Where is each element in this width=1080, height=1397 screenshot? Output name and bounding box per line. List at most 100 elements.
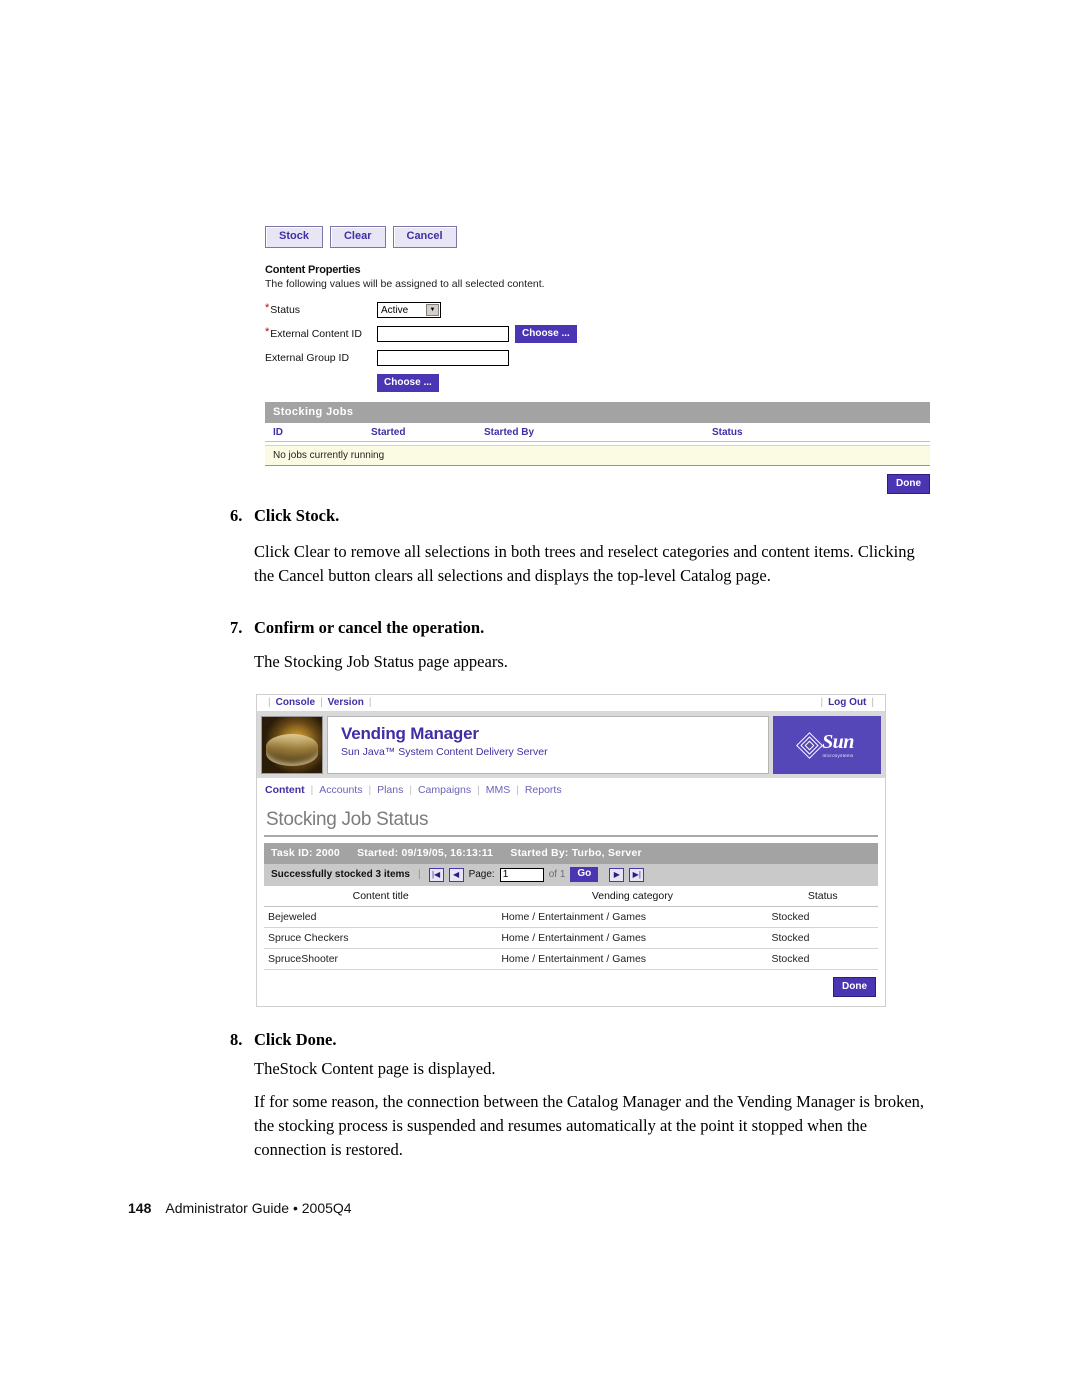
stock-content-screenshot: Stock Clear Cancel Content Properties Th… (265, 226, 930, 494)
tab-divider: | (368, 784, 372, 796)
external-group-id-control (377, 350, 930, 366)
table-row: Bejeweled Home / Entertainment / Games S… (264, 906, 878, 928)
sun-wordmark: Sun (822, 730, 854, 753)
cell-vending-category: Home / Entertainment / Games (497, 906, 768, 928)
nav-divider: | (268, 697, 271, 708)
status-select[interactable]: Active ▼ (377, 302, 441, 318)
last-page-icon[interactable]: ▶| (629, 867, 645, 882)
table-row: Spruce Checkers Home / Entertainment / G… (264, 927, 878, 949)
task-id: Task ID: 2000 (271, 847, 340, 859)
pager-divider: | (417, 869, 421, 880)
cell-content-title: Bejeweled (264, 906, 498, 928)
tab-divider: | (516, 784, 519, 796)
status-select-value: Active (381, 304, 409, 316)
stocking-jobs-empty-message: No jobs currently running (265, 445, 930, 466)
required-asterisk-icon: * (265, 302, 270, 314)
go-button[interactable]: Go (570, 867, 599, 882)
external-content-id-control: Choose ... (377, 325, 930, 343)
tab-reports[interactable]: Reports (525, 784, 562, 796)
action-button-row: Stock Clear Cancel (265, 226, 930, 248)
page-number-input[interactable] (499, 867, 544, 882)
step-7-number: 7. (230, 618, 243, 637)
nav-divider: | (368, 697, 372, 708)
step-7-heading-text: Confirm or cancel the operation. (254, 618, 485, 637)
tab-mms[interactable]: MMS (486, 784, 511, 796)
tab-accounts[interactable]: Accounts (319, 784, 362, 796)
choose-external-group-id-button[interactable]: Choose ... (377, 374, 439, 392)
stocking-results-table: Content title Vending category Status Be… (264, 886, 878, 970)
clear-button[interactable]: Clear (329, 226, 386, 248)
external-content-id-input[interactable] (377, 326, 509, 342)
tab-content[interactable]: Content (265, 784, 305, 796)
external-group-id-input[interactable] (377, 350, 509, 366)
vm-title-box: Vending Manager Sun Java™ System Content… (327, 716, 769, 774)
sun-diamond-icon (796, 731, 823, 759)
vending-manager-screenshot: | Console | Version | | Log Out | Vendin… (256, 694, 886, 1007)
column-header-started: Started (363, 427, 476, 442)
stock-content-done-row: Done (265, 466, 930, 494)
step-6-number: 6. (230, 506, 243, 525)
pagination-bar: Successfully stocked 3 items | |◀ ◀ Page… (264, 864, 878, 886)
stock-button[interactable]: Stock (265, 226, 323, 248)
external-group-id-label: External Group ID (265, 352, 350, 364)
footer-page-number: 148 (128, 1200, 152, 1216)
page-footer: 148 Administrator Guide • 2005Q4 (128, 1200, 352, 1216)
tab-divider: | (310, 784, 314, 796)
column-header-started-by: Started By (476, 427, 704, 442)
status-label-wrap: *Status (265, 302, 377, 317)
next-page-icon[interactable]: ▶ (609, 867, 625, 882)
vm-content-area: Stocking Job Status Task ID: 2000 Starte… (257, 803, 885, 1006)
choose-external-content-id-button[interactable]: Choose ... (515, 325, 577, 343)
step-8-body-1: TheStock Content page is displayed. (254, 1059, 496, 1078)
tab-plans[interactable]: Plans (377, 784, 403, 796)
stocking-jobs-panel-title: Stocking Jobs (265, 402, 930, 423)
step-7-body: The Stocking Job Status page appears. (254, 652, 508, 671)
cell-status: Stocked (767, 906, 878, 928)
required-asterisk-icon: * (265, 326, 270, 338)
external-content-id-label-wrap: *External Content ID (265, 326, 377, 341)
sun-tagline: microsystems (822, 752, 854, 758)
cancel-button[interactable]: Cancel (392, 226, 457, 248)
table-body: Bejeweled Home / Entertainment / Games S… (264, 906, 878, 970)
vm-top-nav-right: | Log Out | (815, 697, 879, 708)
previous-page-icon[interactable]: ◀ (448, 867, 464, 882)
vm-top-nav-left: | Console | Version | (263, 697, 376, 708)
cell-content-title: Spruce Checkers (264, 927, 498, 949)
stock-summary-text: Successfully stocked 3 items (271, 869, 410, 880)
step-7-heading: 7. Confirm or cancel the operation. (230, 618, 484, 638)
chevron-down-icon[interactable]: ▼ (426, 304, 439, 316)
stocking-jobs-column-headers: ID Started Started By Status (265, 423, 930, 445)
sun-logo-text: Sun microsystems (822, 730, 854, 758)
tab-campaigns[interactable]: Campaigns (418, 784, 471, 796)
log-out-link[interactable]: Log Out (828, 697, 866, 708)
vm-top-navigation: | Console | Version | | Log Out | (257, 695, 885, 712)
console-link[interactable]: Console (276, 697, 315, 708)
step-8-body-2: If for some reason, the connection betwe… (254, 1092, 925, 1159)
table-header-row: Content title Vending category Status (264, 886, 878, 907)
page-label: Page: (468, 869, 495, 880)
done-button[interactable]: Done (887, 474, 930, 494)
table-row: SpruceShooter Home / Entertainment / Gam… (264, 948, 878, 970)
task-started: Started: 09/19/05, 16:13:11 (357, 847, 494, 859)
status-control: Active ▼ (377, 302, 930, 318)
document-page: Stock Clear Cancel Content Properties Th… (0, 0, 1080, 1397)
vm-done-row: Done (264, 970, 878, 999)
column-header-content-title: Content title (264, 886, 498, 907)
status-label: Status (270, 304, 301, 316)
content-properties-title: Content Properties (265, 264, 361, 276)
version-link[interactable]: Version (328, 697, 364, 708)
cell-vending-category: Home / Entertainment / Games (497, 948, 768, 970)
first-page-icon[interactable]: |◀ (428, 867, 444, 882)
column-header-id: ID (265, 427, 363, 442)
task-started-by: Started By: Turbo, Server (510, 847, 642, 859)
step-6-heading: 6. Click Stock. (230, 506, 339, 526)
step-8-heading-text: Click Done. (254, 1030, 337, 1049)
content-properties-subtitle: The following values will be assigned to… (265, 278, 545, 290)
done-button[interactable]: Done (833, 977, 876, 997)
table-head: Content title Vending category Status (264, 886, 878, 907)
cell-content-title: SpruceShooter (264, 948, 498, 970)
step-8-number: 8. (230, 1030, 243, 1049)
step-8-heading: 8. Click Done. (230, 1030, 337, 1050)
sun-logo: Sun microsystems (773, 716, 881, 774)
footer-text: Administrator Guide • 2005Q4 (165, 1200, 352, 1216)
